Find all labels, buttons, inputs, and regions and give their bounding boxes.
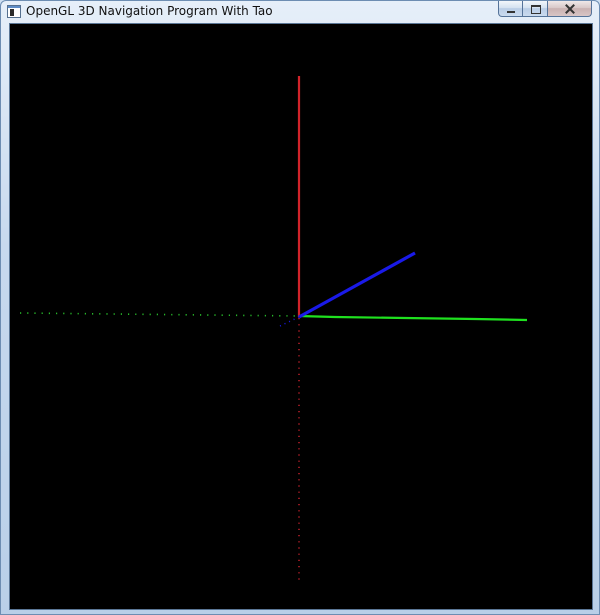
x-axis-negative <box>19 312 300 317</box>
application-window: OpenGL 3D Navigation Program With Tao <box>0 0 600 615</box>
close-button[interactable] <box>548 1 592 17</box>
application-window-icon <box>7 5 21 18</box>
title-bar[interactable]: OpenGL 3D Navigation Program With Tao <box>1 1 599 23</box>
axes-scene <box>19 76 528 584</box>
z-axis-positive <box>298 251 416 319</box>
window-controls <box>498 1 592 18</box>
x-axis-positive <box>298 314 528 322</box>
z-axis-negative <box>279 316 300 327</box>
minimize-button[interactable] <box>498 1 523 17</box>
window-title: OpenGL 3D Navigation Program With Tao <box>26 4 273 18</box>
opengl-viewport[interactable] <box>9 23 593 610</box>
maximize-button[interactable] <box>523 1 548 17</box>
